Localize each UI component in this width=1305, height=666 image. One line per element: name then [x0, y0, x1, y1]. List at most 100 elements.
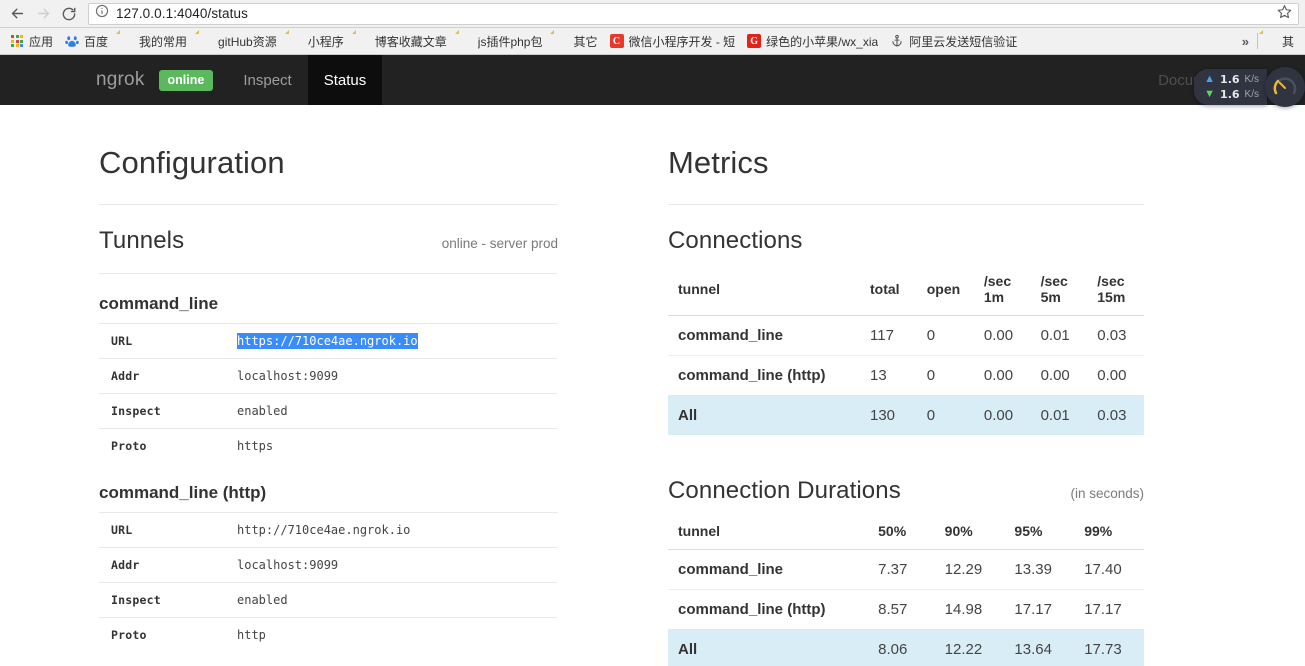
bookmark-folder-blog-articles[interactable]: 博客收藏文章 [351, 30, 454, 52]
row-key: Proto [99, 616, 225, 652]
address-bar[interactable]: 127.0.0.1:4040/status [88, 2, 1299, 25]
durations-header: Connection Durations (in seconds) [668, 477, 1144, 505]
table-row: command_line 7.37 12.29 13.39 17.40 [668, 548, 1144, 590]
tunnels-status-text: online - server prod [441, 235, 558, 251]
column-header-p95: 95% [1004, 512, 1075, 550]
upload-speed-value: 1.6 [1220, 73, 1240, 86]
bookmark-folder-other[interactable]: 其它 [549, 30, 604, 52]
cell-p50: 8.57 [868, 588, 935, 630]
column-header-tunnel: tunnel [668, 512, 869, 550]
bookmark-label: 绿色的小苹果/wx_xia [766, 34, 879, 49]
bookmark-folder-github[interactable]: gitHub资源 [194, 30, 284, 52]
bookmark-star-icon[interactable] [1269, 4, 1292, 24]
bookmark-aliyun-sms[interactable]: 阿里云发送短信验证 [885, 30, 1024, 52]
bookmark-label: 我的常用 [139, 34, 188, 49]
bookmark-folder-miniprogram[interactable]: 小程序 [284, 30, 351, 52]
apps-grid-icon [10, 34, 24, 48]
cell-tunnel: command_line [668, 314, 860, 356]
row-value: https [225, 427, 558, 463]
connection-durations-table: tunnel 50% 90% 95% 99% command_line 7.37… [668, 512, 1144, 666]
speed-dial-gauge[interactable] [1265, 67, 1305, 107]
speed-readout: ▲ 1.6 K/s ▼ 1.6 K/s [1194, 69, 1267, 105]
ngrok-status-page: ngrok online Inspect Status Documentatio… [0, 55, 1305, 666]
bookmark-green-apple[interactable]: G 绿色的小苹果/wx_xia [742, 30, 885, 52]
cell-p95: 13.64 [1004, 628, 1075, 666]
page-title-metrics: Metrics [668, 145, 769, 180]
column-header-p50: 50% [868, 512, 935, 550]
cell-p99: 17.40 [1074, 548, 1144, 590]
column-header-sec-5m: /sec 5m [1030, 262, 1088, 316]
network-speed-widget[interactable]: ▲ 1.6 K/s ▼ 1.6 K/s [1194, 67, 1305, 107]
table-row: Addr localhost:9099 [99, 357, 558, 394]
reload-button[interactable] [56, 1, 82, 27]
folder-icon [199, 34, 213, 48]
cell-sec-15m: 0.03 [1087, 394, 1144, 435]
bookmark-folder-js-php[interactable]: js插件php包 [454, 30, 550, 52]
row-value: https://710ce4ae.ngrok.io [225, 322, 558, 359]
page-title-configuration: Configuration [99, 145, 285, 180]
address-bar-url: 127.0.0.1:4040/status [116, 6, 248, 21]
table-row: URL http://710ce4ae.ngrok.io [99, 511, 558, 548]
folder-icon [120, 34, 134, 48]
cell-sec-5m: 0.01 [1030, 314, 1088, 356]
row-key: Addr [99, 546, 225, 583]
bookmark-baidu[interactable]: 百度 [60, 30, 115, 52]
cell-total: 117 [860, 314, 917, 356]
table-row: URL https://710ce4ae.ngrok.io [99, 322, 558, 359]
bookmark-label: 其它 [573, 34, 598, 49]
bookmark-label: js插件php包 [477, 34, 543, 49]
connections-heading: Connections [668, 226, 803, 254]
back-button[interactable] [4, 1, 30, 27]
site-info-icon[interactable] [95, 4, 109, 23]
cell-total: 130 [860, 394, 917, 435]
bookmark-wechat-miniprogram-dev[interactable]: C 微信小程序开发 - 短 [605, 30, 743, 52]
cell-open: 0 [916, 394, 974, 435]
upload-speed-row: ▲ 1.6 K/s [1204, 73, 1259, 86]
divider [668, 203, 1144, 205]
folder-icon [459, 34, 473, 48]
forward-button[interactable] [30, 1, 56, 27]
bookmark-label: 博客收藏文章 [374, 34, 447, 49]
tunnels-heading: Tunnels [99, 226, 185, 254]
table-header-row: tunnel 50% 90% 95% 99% [668, 512, 1144, 550]
nav-link-status[interactable]: Status [307, 55, 383, 105]
bookmark-apps[interactable]: 应用 [5, 30, 60, 52]
cell-p90: 14.98 [934, 588, 1005, 630]
bookmark-label: 应用 [29, 34, 54, 49]
table-header-row: tunnel total open /sec 1m /sec 5m /sec 1… [668, 262, 1144, 316]
bookmark-label: 百度 [84, 34, 109, 49]
cell-sec-5m: 0.00 [1030, 354, 1088, 396]
column-header-p90: 90% [934, 512, 1005, 550]
row-value: localhost:9099 [225, 546, 558, 583]
table-row-all: All 130 0 0.00 0.01 0.03 [668, 394, 1144, 435]
folder-icon [356, 34, 370, 48]
nav-link-inspect[interactable]: Inspect [227, 55, 307, 105]
row-value: http [225, 616, 558, 652]
cell-tunnel: All [668, 394, 860, 435]
cell-tunnel: command_line [668, 548, 869, 590]
row-value: http://710ce4ae.ngrok.io [225, 511, 558, 548]
cell-p99: 17.73 [1074, 628, 1144, 666]
ngrok-navbar: ngrok online Inspect Status Documentatio… [0, 55, 1305, 105]
g-icon: G [747, 34, 762, 48]
ngrok-brand[interactable]: ngrok [96, 55, 159, 105]
cell-total: 13 [860, 354, 917, 396]
tunnel-table-command-line-http: URL http://710ce4ae.ngrok.io Addr localh… [99, 511, 558, 652]
table-row-all: All 8.06 12.22 13.64 17.73 [668, 628, 1144, 666]
column-header-sec-1m: /sec 1m [973, 262, 1031, 316]
chevron-double-right-icon[interactable]: » [1234, 34, 1257, 49]
column-header-open: open [916, 262, 974, 316]
cell-open: 0 [916, 354, 974, 396]
cell-tunnel: command_line (http) [668, 588, 869, 630]
bookmark-folder-clipped[interactable]: 其 [1258, 30, 1301, 52]
browser-toolbar: 127.0.0.1:4040/status [0, 0, 1305, 28]
bookmark-folder-my-common[interactable]: 我的常用 [115, 30, 194, 52]
column-header-tunnel: tunnel [668, 262, 860, 316]
cell-tunnel: All [668, 628, 869, 666]
row-key: URL [99, 322, 225, 359]
download-speed-value: 1.6 [1220, 88, 1240, 101]
column-header-p99: 99% [1074, 512, 1144, 550]
selected-url-text[interactable]: https://710ce4ae.ngrok.io [237, 332, 418, 349]
cell-tunnel: command_line (http) [668, 354, 860, 396]
cell-sec-1m: 0.00 [973, 394, 1031, 435]
